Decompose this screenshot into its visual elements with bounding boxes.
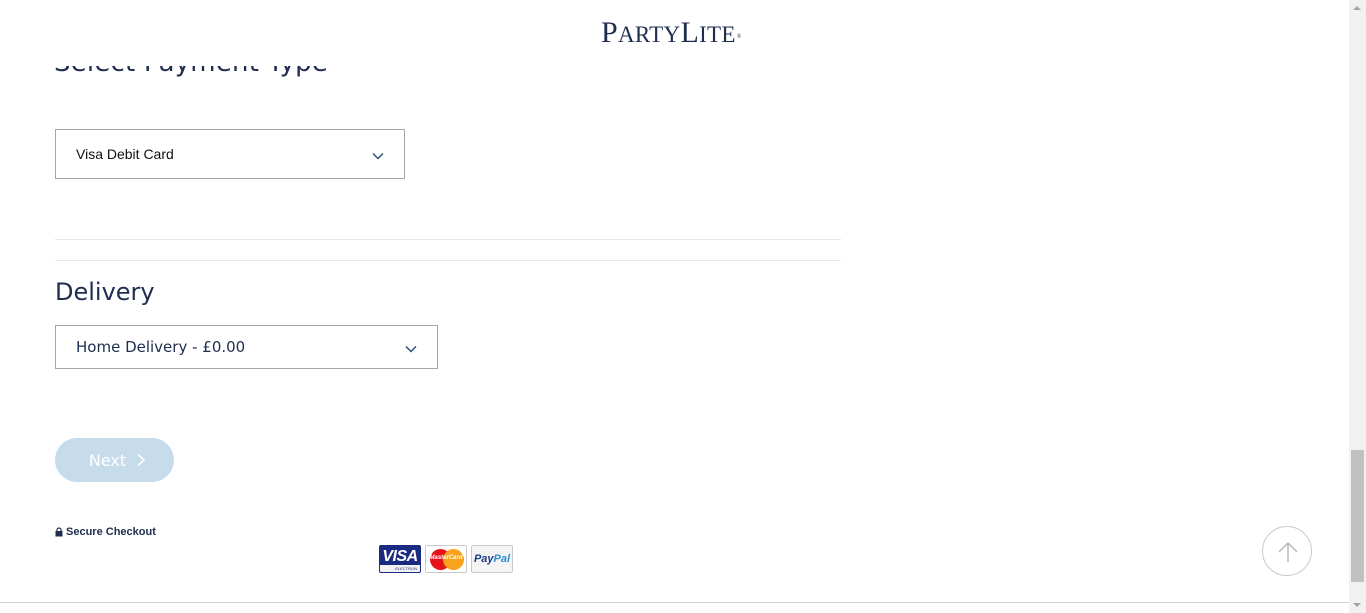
paypal-logo-text-pal: Pal <box>493 553 511 565</box>
chevron-down-icon <box>372 153 384 160</box>
secure-checkout-label: Secure Checkout <box>66 526 156 538</box>
next-button-label: Next <box>88 450 127 470</box>
logo-letters-arty: ARTY <box>618 22 681 47</box>
paypal-logo-text-pay: Pay <box>473 553 494 565</box>
paypal-logo-text: PayPal <box>472 553 512 565</box>
payment-type-value: Visa Debit Card <box>76 146 174 162</box>
lock-icon <box>55 527 63 537</box>
chevron-down-icon <box>405 346 417 353</box>
mastercard-logo-text: MasterCard <box>429 555 463 561</box>
section-divider <box>55 260 841 261</box>
partylite-logo[interactable]: PARTYLITE® <box>601 16 742 52</box>
logo-letters-ite: ITE <box>699 22 736 47</box>
checkout-page: Select Payment Type PARTYLITE® Visa Debi… <box>0 0 1366 613</box>
site-header: PARTYLITE® <box>0 0 1349 66</box>
page-scrollbar[interactable] <box>1349 0 1366 613</box>
back-to-top-button[interactable] <box>1262 526 1312 576</box>
scroll-up-arrow[interactable] <box>1353 6 1361 10</box>
delivery-method-select[interactable]: Home Delivery - £0.00 <box>55 325 438 369</box>
payment-logos: VISA ELECTRON MasterCard PayPal <box>379 545 513 573</box>
next-button[interactable]: Next <box>55 438 174 482</box>
mastercard-logo: MasterCard <box>425 545 467 573</box>
footer-divider <box>0 602 1349 603</box>
section-divider <box>55 239 841 240</box>
secure-checkout: Secure Checkout <box>55 526 156 538</box>
scroll-down-arrow[interactable] <box>1353 603 1361 607</box>
logo-letter-l: L <box>680 16 700 49</box>
visa-electron-logo: VISA ELECTRON <box>379 545 421 573</box>
visa-logo-subtext: ELECTRON <box>395 566 417 571</box>
delivery-title: Delivery <box>55 278 155 306</box>
logo-letter-p: P <box>601 16 618 49</box>
scrollbar-thumb[interactable] <box>1351 450 1364 582</box>
delivery-method-value: Home Delivery - £0.00 <box>76 338 246 356</box>
chevron-right-icon <box>137 453 146 467</box>
arrow-up-icon <box>1278 541 1298 562</box>
visa-logo-text: VISA <box>382 548 418 565</box>
payment-type-select[interactable]: Visa Debit Card <box>55 129 405 179</box>
paypal-logo: PayPal <box>471 545 513 573</box>
registered-mark: ® <box>736 34 742 40</box>
